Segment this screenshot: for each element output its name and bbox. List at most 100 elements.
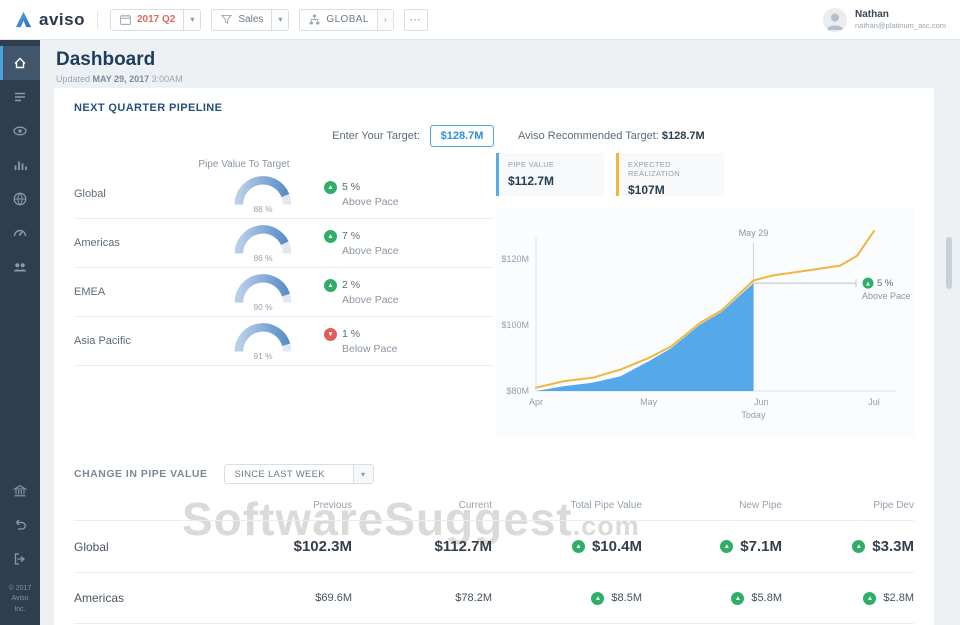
target-row: Enter Your Target: Aviso Recommended Tar…	[74, 123, 914, 149]
change-table-header: Previous Current Total Pipe Value New Pi…	[74, 500, 914, 520]
gauge-row: Asia Pacific91 %▼1 %Below Pace	[74, 317, 494, 366]
pace-label: Above Pace	[342, 245, 399, 257]
period-filter-caret[interactable]: ▾	[353, 465, 373, 483]
change-section: CHANGE IN PIPE VALUE SINCE LAST WEEK ▾ P…	[54, 462, 934, 624]
region-label: Global	[74, 188, 194, 200]
legend-expected-realization: EXPECTED REALIZATION $107M	[616, 153, 724, 196]
pipeline-trend-chart: $80M$100M$120MAprMayJunJulMay 29Today▲5 …	[496, 209, 914, 433]
sidebar-item-admin[interactable]	[0, 474, 40, 508]
table-cell: $102.3M	[224, 538, 352, 555]
sidebar-item-forecast[interactable]	[0, 80, 40, 114]
sidebar-bottom	[0, 474, 40, 576]
sidebar-item-performance[interactable]	[0, 216, 40, 250]
table-cell: ▲$3.3M	[782, 538, 914, 555]
sidebar-item-analytics[interactable]	[0, 148, 40, 182]
period-filter-value: SINCE LAST WEEK	[225, 465, 353, 483]
change-table-body: Global$102.3M$112.7M▲$10.4M▲$7.1M▲$3.3MA…	[74, 520, 914, 624]
column-header: Total Pipe Value	[492, 500, 642, 511]
pipeline-section: NEXT QUARTER PIPELINE Enter Your Target:…	[54, 88, 934, 438]
scope-selector[interactable]: GLOBAL ›	[299, 9, 393, 31]
pace-label: Below Pace	[342, 343, 397, 355]
recommended-label: Aviso Recommended Target:	[518, 130, 659, 142]
analytics-icon	[12, 157, 28, 173]
dashboard-panel: NEXT QUARTER PIPELINE Enter Your Target:…	[54, 88, 934, 625]
pace-up-icon: ▲	[324, 181, 337, 194]
dashboard-icon	[12, 55, 28, 71]
vertical-scrollbar[interactable]	[946, 237, 952, 289]
pace-delta: 5 %	[342, 181, 360, 193]
recommended-target: Aviso Recommended Target: $128.7M	[518, 130, 705, 142]
aviso-logo-icon	[14, 10, 33, 29]
quarter-caret[interactable]: ▾	[183, 10, 200, 30]
column-header: Previous	[224, 500, 352, 511]
sidebar-item-dashboard[interactable]	[0, 46, 40, 80]
pace-delta: 7 %	[342, 230, 360, 242]
copyright-line: Inc.	[2, 605, 38, 616]
gauge-chart: 90 %	[224, 270, 302, 314]
sidebar-item-undo[interactable]	[0, 508, 40, 542]
increase-icon: ▲	[863, 592, 876, 605]
opportunities-icon	[12, 123, 28, 139]
table-cell: $69.6M	[224, 592, 352, 604]
filter-icon	[220, 13, 233, 26]
increase-icon: ▲	[572, 540, 585, 553]
copyright-line: © 2017	[2, 584, 38, 595]
region-label: Asia Pacific	[74, 335, 194, 347]
team-selector[interactable]: Sales ▾	[211, 9, 289, 31]
logout-icon	[12, 551, 28, 567]
header-divider	[97, 11, 98, 29]
gauge-row: Americas86 %▲7 %Above Pace	[74, 219, 494, 268]
regions-icon	[12, 191, 28, 207]
quarter-selector[interactable]: 2017 Q2 ▾	[110, 9, 201, 31]
gauge-row: Global88 %▲5 %Above Pace	[74, 170, 494, 219]
gauge-column-title: Pipe Value To Target	[74, 159, 414, 170]
more-button[interactable]: ⋯	[404, 9, 428, 31]
svg-text:$80M: $80M	[506, 386, 529, 396]
row-region-label: Global	[74, 540, 224, 554]
table-cell: ▲$8.5M	[492, 592, 642, 605]
team-label: Sales	[238, 14, 263, 25]
row-region-label: Americas	[74, 591, 224, 605]
table-cell: $78.2M	[352, 592, 492, 604]
sidebar-item-team[interactable]	[0, 250, 40, 284]
performance-icon	[12, 225, 28, 241]
gauge-row: EMEA90 %▲2 %Above Pace	[74, 268, 494, 317]
svg-text:May 29: May 29	[739, 228, 769, 238]
brand-name: aviso	[39, 10, 85, 30]
brand[interactable]: aviso	[14, 10, 85, 30]
svg-text:Above Pace: Above Pace	[862, 291, 911, 301]
legend-label: PIPE VALUE	[508, 160, 595, 169]
scope-caret[interactable]: ›	[377, 10, 393, 30]
table-cell: ▲$5.8M	[642, 592, 782, 605]
table-cell: $112.7M	[352, 538, 492, 555]
gauge-chart: 86 %	[224, 221, 302, 265]
user-email: nathan@platinum_asc.com	[855, 21, 946, 30]
chart-area: $80M$100M$120MAprMayJunJulMay 29Today▲5 …	[496, 209, 914, 438]
gauge-chart: 91 %	[224, 319, 302, 363]
team-caret[interactable]: ▾	[271, 10, 288, 30]
enter-target-label: Enter Your Target:	[332, 130, 420, 142]
sidebar-nav	[0, 40, 40, 284]
svg-text:91 %: 91 %	[253, 351, 273, 361]
user-menu[interactable]: Nathan nathan@platinum_asc.com	[823, 8, 946, 32]
target-input[interactable]	[430, 125, 494, 147]
pipeline-section-title: NEXT QUARTER PIPELINE	[74, 102, 914, 114]
forecast-icon	[12, 89, 28, 105]
table-cell: ▲$2.8M	[782, 592, 914, 605]
chart-column: PIPE VALUE $112.7M EXPECTED REALIZATION …	[496, 151, 914, 438]
sidebar-item-regions[interactable]	[0, 182, 40, 216]
pace-delta: 2 %	[342, 279, 360, 291]
sidebar-item-opportunities[interactable]	[0, 114, 40, 148]
top-header: aviso 2017 Q2 ▾ Sales ▾	[0, 0, 960, 40]
updated-status: Updated MAY 29, 2017 3:00AM	[56, 74, 944, 84]
svg-text:Today: Today	[741, 410, 766, 420]
period-filter-dropdown[interactable]: SINCE LAST WEEK ▾	[224, 464, 374, 484]
svg-text:86 %: 86 %	[253, 253, 273, 263]
svg-text:90 %: 90 %	[253, 302, 273, 312]
sidebar: © 2017 Aviso Inc.	[0, 40, 40, 625]
gauge-column: Pipe Value To Target Global 88 % ▲ 5 % Above…	[74, 151, 494, 438]
svg-text:88 %: 88 %	[253, 204, 273, 214]
increase-icon: ▲	[591, 592, 604, 605]
sidebar-item-logout[interactable]	[0, 542, 40, 576]
pace-indicator: ▲2 %Above Pace	[324, 279, 399, 306]
